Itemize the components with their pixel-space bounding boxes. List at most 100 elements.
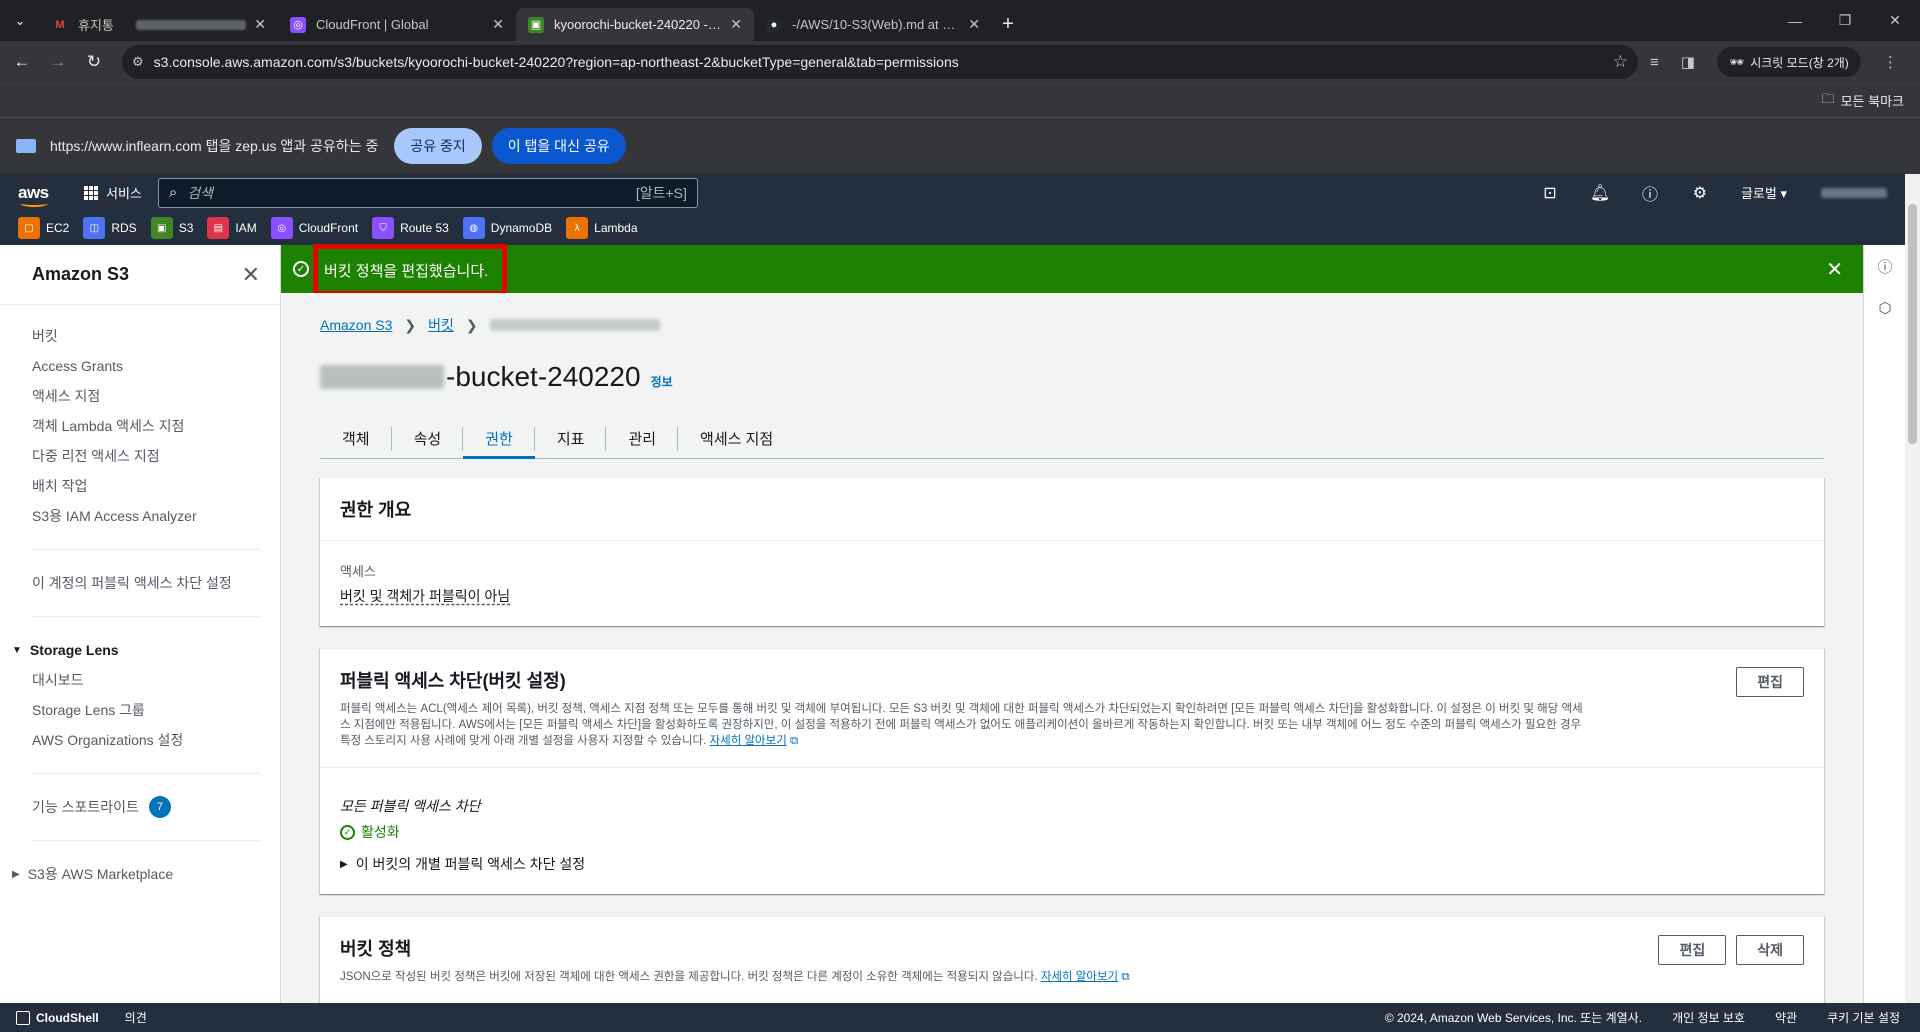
privacy-link[interactable]: 개인 정보 보호 <box>1672 1009 1745 1026</box>
tutorial-icon[interactable]: ⬡ <box>1864 287 1906 329</box>
bell-icon[interactable]: 🔔︎ <box>1575 183 1625 203</box>
cookie-preferences-link[interactable]: 쿠키 기본 설정 <box>1827 1009 1900 1026</box>
tab-metrics[interactable]: 지표 <box>535 419 607 458</box>
close-tab-icon[interactable]: ✕ <box>492 16 504 33</box>
folder-icon: 🗀 <box>1821 90 1835 106</box>
sidebar-section-storage-lens[interactable]: ▼ Storage Lens <box>0 635 280 665</box>
account-menu[interactable] <box>1821 187 1887 198</box>
sidebar-item-multi-region[interactable]: 다중 리전 액세스 지점 <box>0 441 280 471</box>
favorite-ec2[interactable]: ▢ EC2 <box>18 217 69 239</box>
cloudshell-button[interactable]: CloudShell <box>16 1010 99 1025</box>
breadcrumb-s3[interactable]: Amazon S3 <box>320 317 392 333</box>
breadcrumb-buckets[interactable]: 버킷 <box>428 315 454 335</box>
info-link[interactable]: 정보 <box>651 373 673 390</box>
bookmark-star-icon[interactable]: ☆ <box>1613 52 1628 72</box>
tab-permissions[interactable]: 권한 <box>463 419 535 459</box>
favorite-s3[interactable]: ▣ S3 <box>150 217 193 239</box>
learn-more-link[interactable]: 자세히 알아보기 <box>710 735 787 747</box>
sidebar-section-marketplace[interactable]: ▶ S3용 AWS Marketplace <box>0 859 280 889</box>
cloudshell-icon[interactable]: ⊡ <box>1525 183 1575 203</box>
address-bar[interactable]: ⚙ s3.console.aws.amazon.com/s3/buckets/k… <box>122 45 1638 79</box>
aws-logo[interactable]: aws <box>18 183 54 207</box>
delete-policy-button[interactable]: 삭제 <box>1736 935 1804 965</box>
access-label: 액세스 <box>340 564 376 579</box>
share-status-text: https://www.inflearn.com 탭을 zep.us 앱과 공유… <box>50 138 379 154</box>
tab-objects[interactable]: 객체 <box>320 419 392 458</box>
back-button[interactable]: ← <box>4 44 40 80</box>
tab-management[interactable]: 관리 <box>606 419 678 458</box>
feedback-link[interactable]: 의견 <box>125 1009 147 1026</box>
sidebar-item-account-block[interactable]: 이 계정의 퍼블릭 액세스 차단 설정 <box>0 568 280 598</box>
services-menu[interactable]: 서비스 <box>84 183 142 202</box>
caret-down-icon: ▼ <box>12 644 22 656</box>
favorite-lambda[interactable]: λ Lambda <box>566 217 638 239</box>
page-scrollbar[interactable] <box>1905 174 1920 1003</box>
side-panel-icon[interactable]: ◨ <box>1681 53 1695 71</box>
favorite-rds[interactable]: ◫ RDS <box>83 217 137 239</box>
favorite-dynamodb[interactable]: ◍ DynamoDB <box>462 217 552 239</box>
help-icon[interactable]: ⓘ <box>1625 181 1675 205</box>
dynamodb-icon: ◍ <box>462 217 485 239</box>
iam-icon: ▤ <box>207 217 230 239</box>
browser-tab-gmail[interactable]: M 휴지통 ✕ <box>40 8 278 41</box>
close-window-icon[interactable]: ✕ <box>1870 0 1920 41</box>
site-info-icon[interactable]: ⚙ <box>132 54 144 70</box>
forward-button[interactable]: → <box>40 44 76 80</box>
sidebar-item-access-grants[interactable]: Access Grants <box>0 351 280 381</box>
sidebar-item-buckets[interactable]: 버킷 <box>0 321 280 351</box>
scrollbar-thumb[interactable] <box>1908 204 1917 444</box>
individual-settings-expander[interactable]: ▶ 이 버킷의 개별 퍼블릭 액세스 차단 설정 <box>340 854 1804 874</box>
access-value[interactable]: 버킷 및 객체가 퍼블릭이 아님 <box>340 586 1804 606</box>
close-icon[interactable]: ✕ <box>242 262 260 288</box>
tab-access-points[interactable]: 액세스 지점 <box>678 419 795 458</box>
search-input[interactable]: ⌕ 검색 [알트+S] <box>157 177 698 208</box>
share-this-tab-button[interactable]: 이 탭을 대신 공유 <box>491 128 626 164</box>
learn-more-link[interactable]: 자세히 알아보기 <box>1041 971 1118 983</box>
minimize-icon[interactable]: — <box>1770 0 1820 41</box>
gmail-icon: M <box>55 18 65 31</box>
dismiss-icon[interactable]: ✕ <box>1826 257 1843 282</box>
terms-link[interactable]: 약관 <box>1775 1009 1797 1026</box>
favorite-label: CloudFront <box>298 221 359 235</box>
sidebar-item-dashboards[interactable]: 대시보드 <box>0 665 280 695</box>
media-icon[interactable]: ≡ <box>1650 54 1659 71</box>
info-icon[interactable]: ⓘ <box>1864 245 1906 287</box>
tab-properties[interactable]: 속성 <box>392 419 464 458</box>
browser-tab-strip: ⌄ M 휴지통 ✕ ◎ CloudFront | Global ✕ ▣ kyoo… <box>0 0 1920 41</box>
status-enabled: ✓ 활성화 <box>340 822 1804 842</box>
favorite-route53[interactable]: ⛉ Route 53 <box>372 217 449 239</box>
close-tab-icon[interactable]: ✕ <box>254 16 266 33</box>
edit-button[interactable]: 편집 <box>1736 667 1804 697</box>
region-selector[interactable]: 글로벌 ▾ <box>1741 183 1787 202</box>
browser-tab-s3[interactable]: ▣ kyoorochi-bucket-240220 - S3 ✕ <box>516 8 754 41</box>
sidebar-item-lens-groups[interactable]: Storage Lens 그룹 <box>0 695 280 725</box>
sidebar-item-spotlight[interactable]: 기능 스포트라이트 7 <box>0 792 280 822</box>
stop-sharing-button[interactable]: 공유 중지 <box>394 128 482 164</box>
favorite-cloudfront[interactable]: ◎ CloudFront <box>270 217 359 239</box>
all-bookmarks[interactable]: 모든 북마크 <box>1841 91 1904 110</box>
sidebar-item-object-lambda[interactable]: 객체 Lambda 액세스 지점 <box>0 411 280 441</box>
new-tab-button[interactable]: + <box>992 8 1024 41</box>
close-tab-icon[interactable]: ✕ <box>730 16 742 33</box>
s3-icon: ▣ <box>150 217 173 239</box>
edit-policy-button[interactable]: 편집 <box>1658 935 1727 965</box>
restore-icon[interactable]: ❐ <box>1820 0 1870 41</box>
tab-search-icon[interactable]: ⌄ <box>0 0 40 41</box>
cloudfront-icon: ◎ <box>290 16 306 33</box>
github-icon: ● <box>766 16 782 33</box>
sidebar-item-access-points[interactable]: 액세스 지점 <box>0 381 280 411</box>
incognito-badge[interactable]: 🕶 시크릿 모드(창 2개) <box>1716 47 1861 77</box>
search-shortcut: [알트+S] <box>635 184 687 201</box>
sidebar-item-iam-analyzer[interactable]: S3용 IAM Access Analyzer <box>0 501 280 531</box>
browser-tab-github[interactable]: ● -/AWS/10-S3(Web).md at main ✕ <box>754 8 992 41</box>
sidebar-item-batch-ops[interactable]: 배치 작업 <box>0 471 280 501</box>
browser-toolbar: ← → ↻ ⚙ s3.console.aws.amazon.com/s3/buc… <box>0 41 1920 83</box>
cloudshell-icon <box>16 1010 30 1025</box>
browser-tab-cloudfront[interactable]: ◎ CloudFront | Global ✕ <box>278 8 516 41</box>
menu-icon[interactable]: ⋮ <box>1883 53 1898 71</box>
gear-icon[interactable]: ⚙ <box>1675 183 1725 203</box>
favorite-iam[interactable]: ▤ IAM <box>207 217 257 239</box>
sidebar-item-organizations[interactable]: AWS Organizations 설정 <box>0 725 280 755</box>
reload-button[interactable]: ↻ <box>76 44 112 80</box>
close-tab-icon[interactable]: ✕ <box>968 16 980 33</box>
